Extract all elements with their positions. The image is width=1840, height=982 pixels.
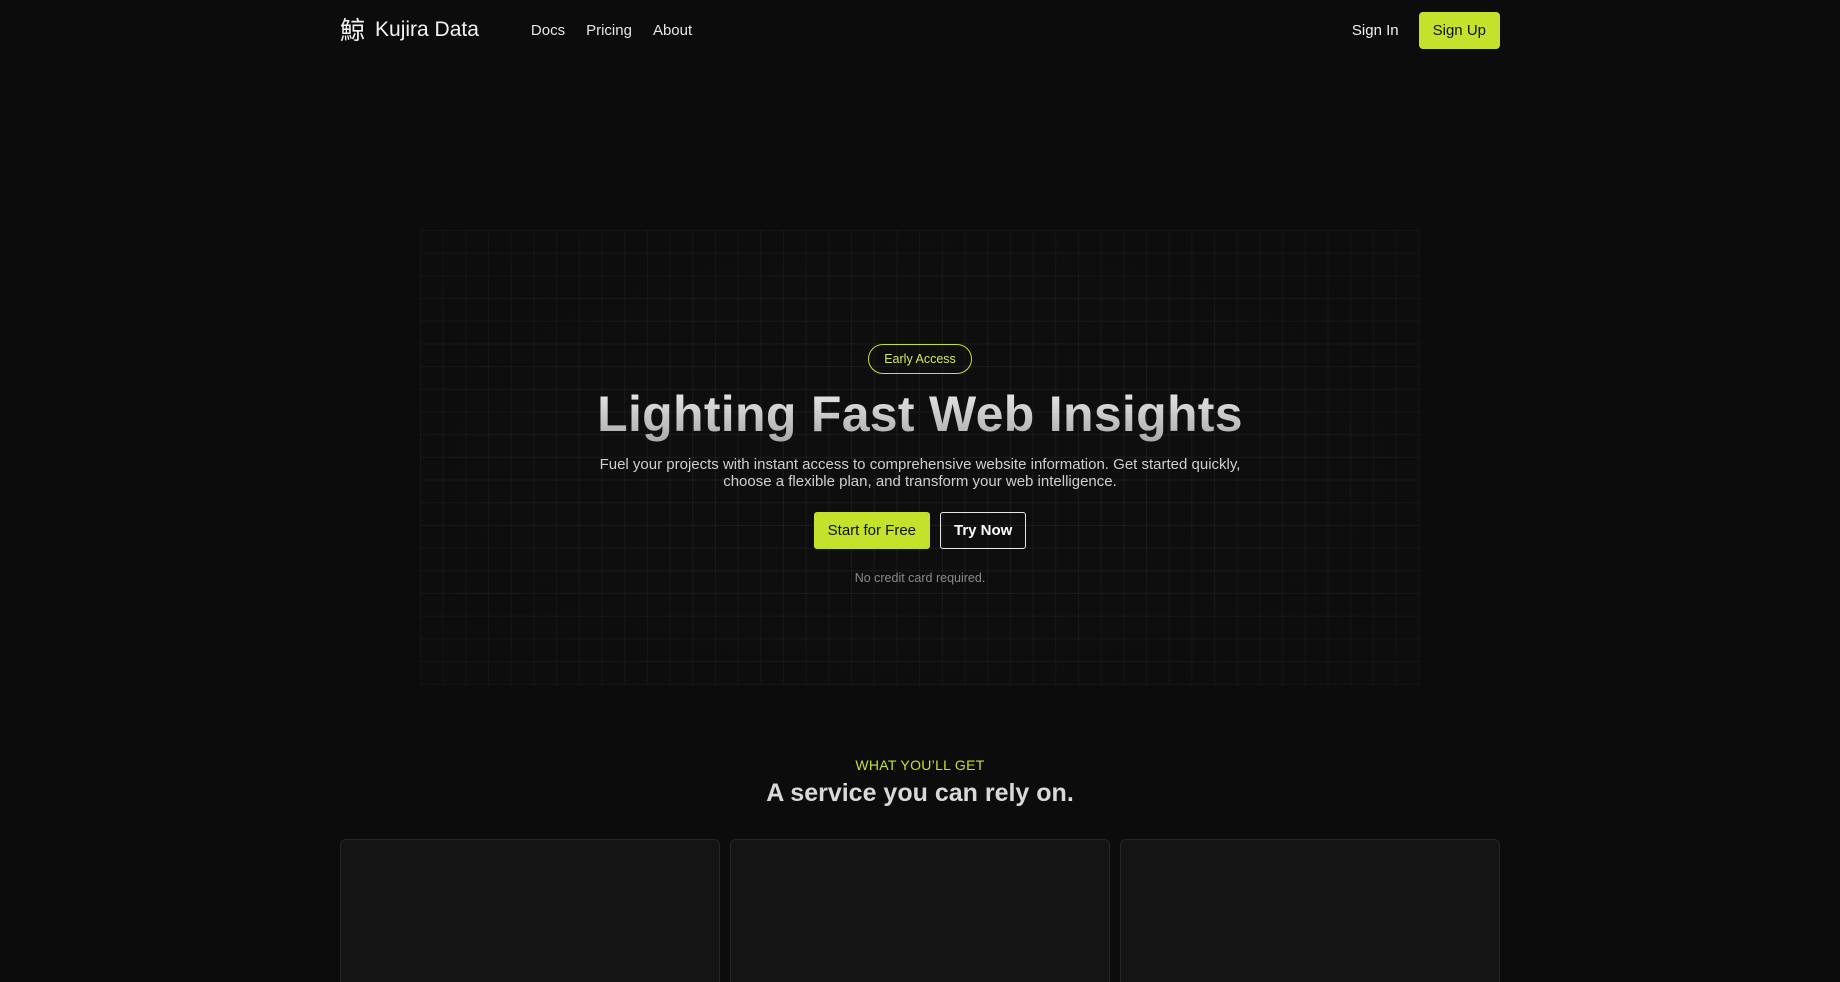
nav-link-about[interactable]: About bbox=[653, 22, 692, 39]
main-nav: Docs Pricing About bbox=[531, 22, 692, 39]
sign-up-button[interactable]: Sign Up bbox=[1418, 11, 1500, 49]
no-credit-card-note: No credit card required. bbox=[854, 571, 986, 585]
hero-title: Lighting Fast Web Insights bbox=[597, 386, 1243, 442]
hero-section: Early Access Lighting Fast Web Insights … bbox=[420, 230, 1420, 686]
brand-logo[interactable]: 鯨 Kujira Data bbox=[340, 18, 479, 43]
landing-page: 鯨 Kujira Data Docs Pricing About Sign In… bbox=[0, 0, 1840, 982]
nav-link-docs[interactable]: Docs bbox=[531, 22, 565, 39]
feature-card bbox=[340, 839, 720, 982]
feature-cards bbox=[340, 839, 1500, 982]
auth-actions: Sign In Sign Up bbox=[1352, 11, 1500, 49]
try-now-button[interactable]: Try Now bbox=[940, 512, 1027, 549]
feature-card bbox=[730, 839, 1110, 982]
feature-card bbox=[1120, 839, 1500, 982]
sign-in-link[interactable]: Sign In bbox=[1352, 22, 1399, 39]
hero-cta-group: Start for Free Try Now bbox=[813, 512, 1027, 549]
features-eyebrow: WHAT YOU’LL GET bbox=[855, 757, 985, 773]
start-for-free-button[interactable]: Start for Free bbox=[813, 512, 930, 549]
features-title: A service you can rely on. bbox=[766, 779, 1074, 807]
early-access-badge: Early Access bbox=[868, 344, 972, 374]
hero-content: Early Access Lighting Fast Web Insights … bbox=[420, 344, 1420, 585]
kujira-logo-icon: 鯨 bbox=[340, 15, 366, 45]
brand-name: Kujira Data bbox=[375, 18, 479, 41]
top-navbar: 鯨 Kujira Data Docs Pricing About Sign In… bbox=[340, 0, 1500, 60]
nav-link-pricing[interactable]: Pricing bbox=[586, 22, 632, 39]
hero-subtitle: Fuel your projects with instant access t… bbox=[599, 456, 1241, 490]
